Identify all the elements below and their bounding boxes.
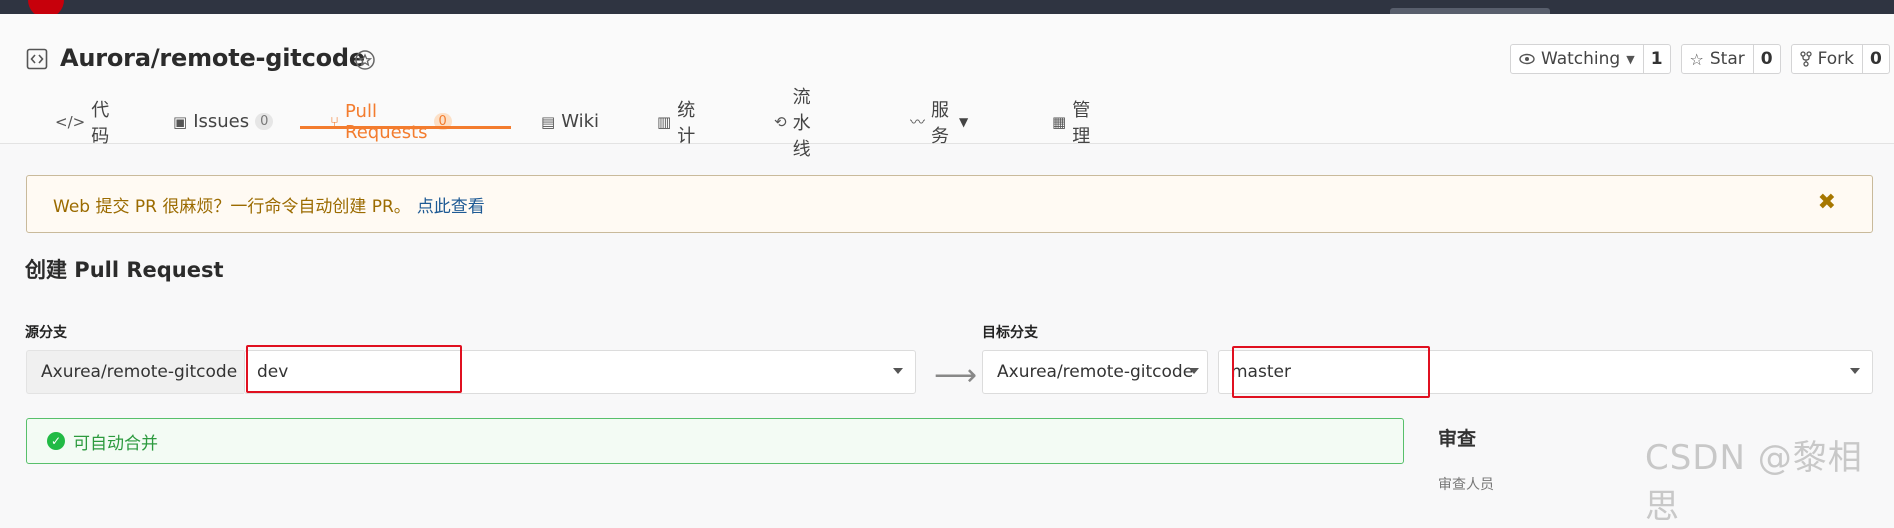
reviewers-label: 审查人员 <box>1438 477 1494 493</box>
star-count[interactable]: 0 <box>1754 45 1780 73</box>
tab-wiki-label: Wiki <box>561 111 600 132</box>
source-repo: Axurea/remote-gitcode <box>26 350 244 394</box>
page-title: 创建 Pull Request <box>25 258 224 282</box>
code-icon: </> <box>55 112 86 131</box>
tab-issues-count: 0 <box>255 113 274 130</box>
repo-header: Aurora/remote-gitcode Watching ▼ 1 ☆ Sta… <box>0 14 1894 160</box>
fork-count[interactable]: 0 <box>1863 45 1889 73</box>
tab-stats[interactable]: ▥ 统计 <box>657 100 695 147</box>
fork-label: Fork <box>1817 49 1855 69</box>
target-repo-value: Axurea/remote-gitcode <box>997 362 1194 382</box>
tab-pull-requests[interactable]: ⑂ Pull Requests 0 <box>330 100 452 143</box>
check-circle-icon: ✓ <box>47 432 65 450</box>
tab-pull-requests-label: Pull Requests <box>345 100 428 143</box>
fork-button[interactable]: Fork 0 <box>1790 44 1890 74</box>
caret-down-icon <box>1189 368 1199 374</box>
tab-stats-label: 统计 <box>677 99 696 147</box>
fork-icon <box>1799 51 1812 67</box>
tab-issues[interactable]: ▣ Issues 0 <box>173 100 274 143</box>
eye-icon <box>1519 53 1535 65</box>
chevron-down-icon: ▼ <box>1626 52 1635 66</box>
pulse-icon: 〰 <box>910 113 926 131</box>
caret-down-icon <box>1850 368 1860 374</box>
close-icon[interactable]: ✖ <box>1818 190 1836 215</box>
repo-actions: Watching ▼ 1 ☆ Star 0 Fork 0 <box>1510 44 1890 74</box>
star-button[interactable]: ☆ Star 0 <box>1680 44 1781 74</box>
merge-status-box: ✓ 可自动合并 <box>26 418 1404 464</box>
cli-tip-banner: Web 提交 PR 很麻烦？一行命令自动创建 PR。 点此查看 ✖ <box>26 175 1873 233</box>
tab-code[interactable]: </> 代码 <box>55 100 109 147</box>
tab-pipeline-label: 流水线 <box>792 86 811 160</box>
tab-wiki[interactable]: ▤ Wiki <box>541 100 599 143</box>
repo-title[interactable]: Aurora/remote-gitcode <box>60 44 365 72</box>
star-label: Star <box>1709 49 1745 69</box>
star-label-area[interactable]: ☆ Star <box>1682 45 1754 73</box>
watching-label: Watching <box>1541 49 1621 69</box>
csdn-watermark: CSDN @黎相思 <box>1645 438 1863 527</box>
watching-count[interactable]: 1 <box>1644 45 1670 73</box>
tab-pipeline[interactable]: ⟲ 流水线 <box>774 87 811 160</box>
banner-link[interactable]: 点此查看 <box>417 192 485 217</box>
award-badge-icon[interactable] <box>352 48 378 74</box>
bar-chart-icon: ▥ <box>657 112 672 131</box>
target-repo-select[interactable]: Axurea/remote-gitcode <box>982 350 1208 394</box>
book-icon: ▤ <box>541 112 556 131</box>
source-branch-label: 源分支 <box>25 325 67 341</box>
issues-icon: ▣ <box>173 112 188 131</box>
banner-text: Web 提交 PR 很麻烦？一行命令自动创建 PR。 <box>53 196 411 217</box>
settings-doc-icon: ▦ <box>1052 112 1067 131</box>
watching-label-area[interactable]: Watching ▼ <box>1511 45 1644 73</box>
repo-code-icon <box>26 48 48 70</box>
active-tab-indicator <box>300 126 511 129</box>
target-branch-label: 目标分支 <box>982 325 1038 341</box>
target-branch-highlight <box>1232 346 1430 398</box>
tab-services[interactable]: 〰 服务 ▼ <box>910 100 969 147</box>
tab-services-label: 服务 <box>931 99 950 147</box>
review-section-title: 审查 <box>1438 428 1477 450</box>
star-icon: ☆ <box>1689 49 1704 69</box>
tab-manage-label: 管理 <box>1072 99 1091 147</box>
merge-status-text: 可自动合并 <box>73 433 158 454</box>
tab-manage[interactable]: ▦ 管理 <box>1052 100 1090 147</box>
top-navbar <box>0 0 1894 18</box>
source-branch-highlight <box>246 345 462 393</box>
tab-code-label: 代码 <box>91 99 110 147</box>
pipeline-icon: ⟲ <box>774 112 787 131</box>
watching-button[interactable]: Watching ▼ 1 <box>1510 44 1671 74</box>
tab-issues-label: Issues <box>193 111 250 132</box>
fork-label-area[interactable]: Fork <box>1792 45 1864 73</box>
chevron-down-icon: ▼ <box>959 114 969 129</box>
caret-down-icon <box>893 368 903 374</box>
arrow-right-icon: ⟶ <box>934 358 978 393</box>
